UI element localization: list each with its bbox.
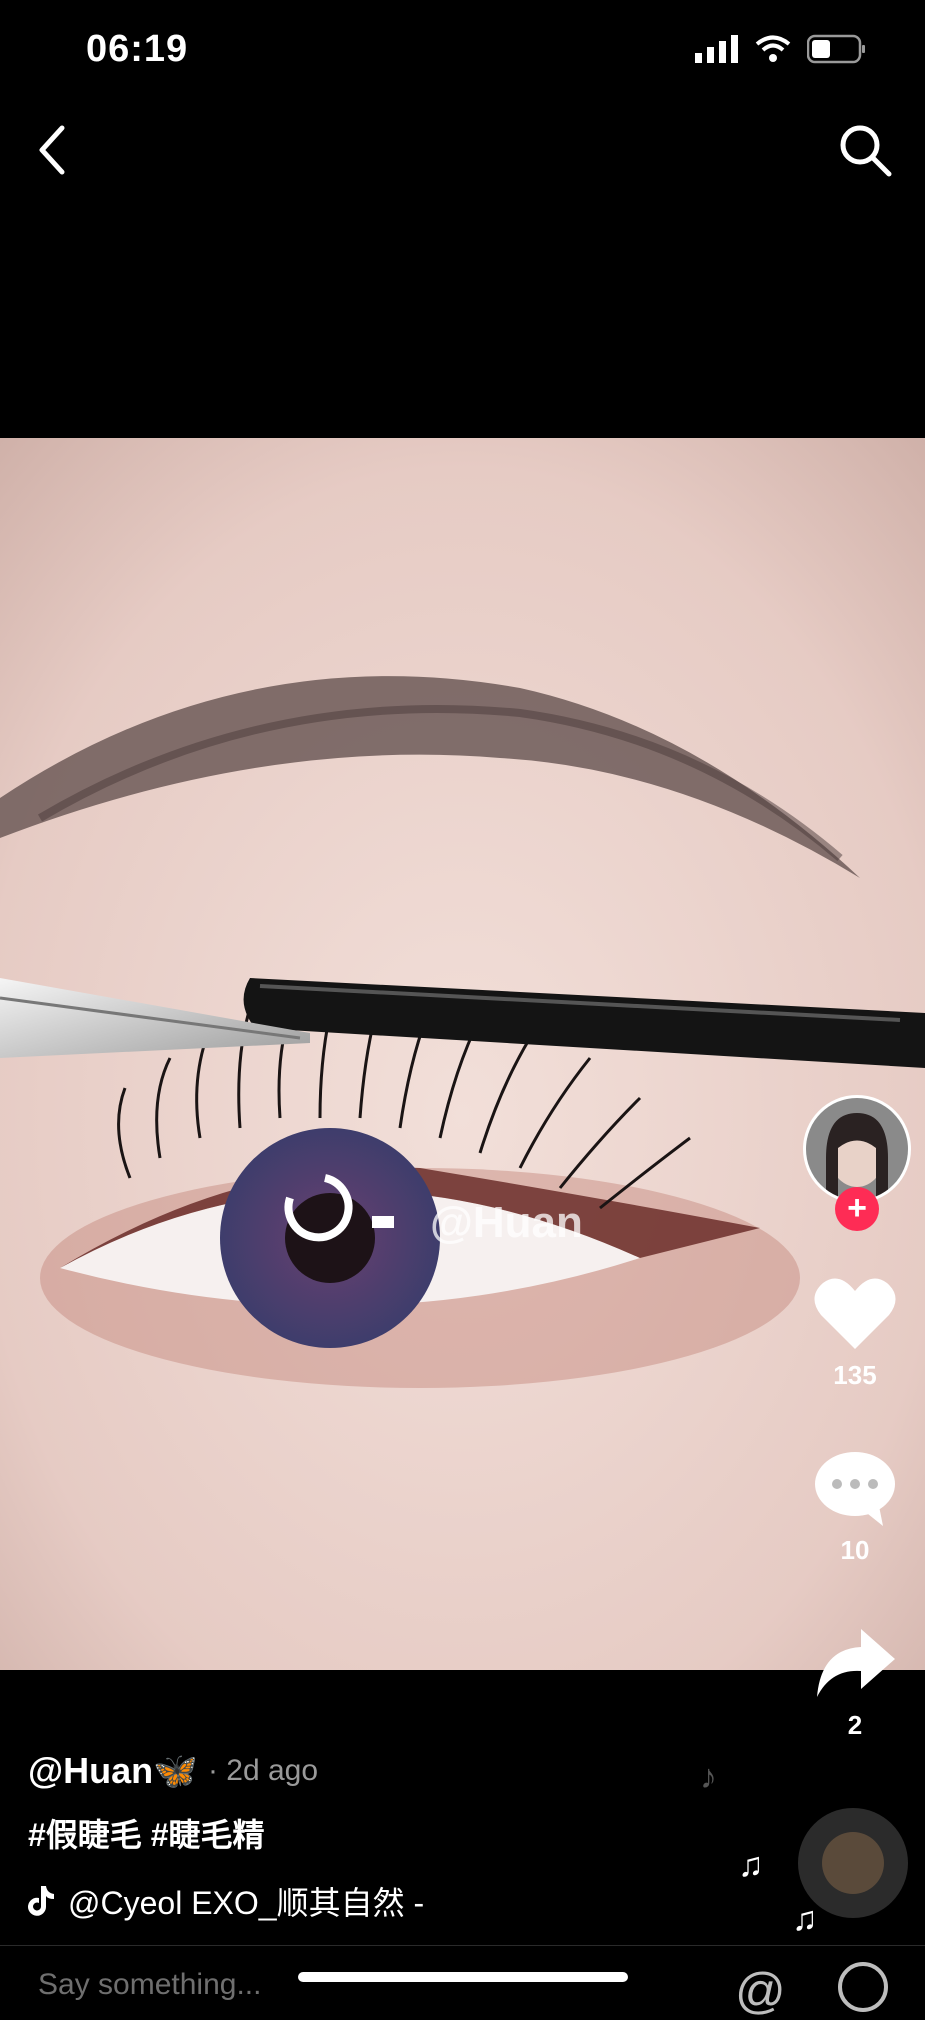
like-count: 135	[833, 1360, 877, 1390]
home-indicator	[298, 1972, 628, 1982]
back-arrow-icon[interactable]	[34, 122, 74, 178]
comment-input[interactable]: Say something...	[38, 1968, 261, 2002]
status-icons	[695, 34, 867, 64]
music-cover-image	[822, 1832, 884, 1894]
status-bar: 06:19	[0, 0, 925, 100]
music-note-icon: ♪	[700, 1758, 717, 1796]
follow-plus-icon[interactable]: +	[835, 1187, 879, 1231]
top-nav	[0, 110, 925, 190]
like-action[interactable]: 135	[785, 1275, 925, 1391]
mention-icon[interactable]: @	[735, 1962, 786, 2020]
author-line: @Huan🦋 · 2d ago	[28, 1750, 728, 1792]
signal-icon	[695, 35, 738, 63]
status-time: 06:19	[86, 28, 189, 70]
emoji-icon[interactable]	[838, 1962, 888, 2012]
video-caption: @Huan🦋 · 2d ago #假睫毛 #睫毛精 @Cyeol EXO_顺其自…	[28, 1750, 728, 1924]
comment-action[interactable]: 10	[785, 1450, 925, 1566]
music-note-icon: ♫	[738, 1846, 764, 1884]
post-age: · 2d ago	[207, 1754, 319, 1787]
music-note-icon: ♫	[792, 1900, 818, 1938]
comment-count: 10	[840, 1535, 870, 1565]
share-arrow-icon[interactable]	[813, 1625, 897, 1701]
wifi-icon	[755, 35, 791, 62]
video-watermark: @Huan	[430, 1198, 583, 1247]
music-title[interactable]: @Cyeol EXO_顺其自然 -	[68, 1878, 424, 1924]
share-count: 2	[847, 1710, 863, 1740]
heart-icon[interactable]	[813, 1275, 897, 1351]
tiktok-note-icon	[28, 1886, 54, 1916]
music-disc[interactable]	[798, 1808, 908, 1918]
avatar-image	[806, 1098, 908, 1200]
hashtags[interactable]: #假睫毛 #睫毛精	[28, 1810, 728, 1856]
battery-icon	[807, 34, 865, 64]
author-name[interactable]: @Huan🦋	[28, 1750, 198, 1792]
search-icon[interactable]	[835, 120, 895, 180]
share-action[interactable]: 2	[785, 1625, 925, 1741]
music-line[interactable]: @Cyeol EXO_顺其自然 -	[28, 1878, 728, 1924]
comment-icon[interactable]	[813, 1450, 897, 1526]
